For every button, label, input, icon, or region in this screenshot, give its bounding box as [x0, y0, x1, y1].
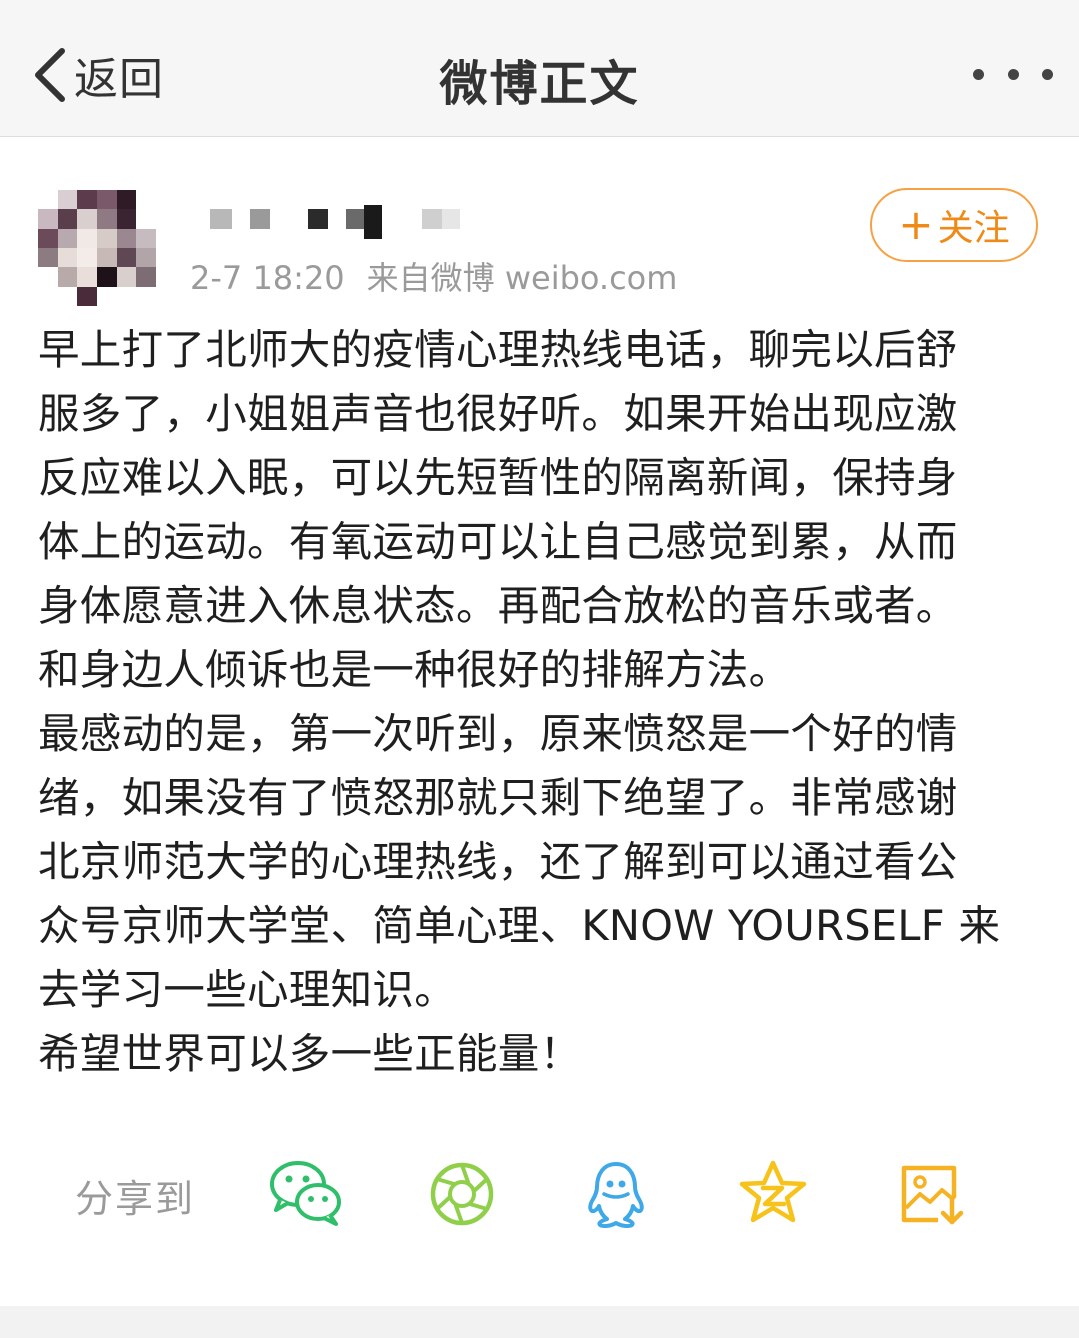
- post-line: 希望世界可以多一些正能量！: [38, 1029, 582, 1078]
- username-pixelated[interactable]: [210, 205, 470, 239]
- avatar-tile: [116, 286, 137, 306]
- avatar-tile: [57, 228, 78, 248]
- avatar-tile: [96, 248, 117, 268]
- more-dots-icon: [973, 68, 984, 80]
- qq-icon[interactable]: [585, 1160, 647, 1230]
- moments-icon[interactable]: [428, 1160, 496, 1228]
- avatar-tile: [57, 267, 78, 287]
- post-line: 去学习一些心理知识。: [38, 965, 457, 1014]
- top-nav-bar: 返回 微博正文: [0, 0, 1079, 137]
- save-image-icon[interactable]: [898, 1162, 964, 1226]
- avatar-tile: [96, 209, 117, 229]
- avatar-tile: [57, 209, 78, 229]
- post-line: 北京师范大学的心理热线，还了解到可以通过看公: [38, 837, 958, 886]
- post-line: 身体愿意进入休息状态。再配合放松的音乐或者。: [38, 581, 958, 630]
- plus-icon: +: [898, 200, 934, 249]
- avatar-tile: [116, 248, 137, 268]
- avatar-tile: [38, 286, 58, 306]
- avatar-tile: [136, 248, 156, 268]
- bottom-divider: [0, 1306, 1079, 1338]
- avatar-tile: [57, 190, 78, 210]
- post-line: 体上的运动。有氧运动可以让自己感觉到累，从而: [38, 517, 958, 566]
- avatar-tile: [38, 190, 58, 210]
- avatar-tile: [77, 190, 97, 210]
- avatar-tile: [116, 228, 137, 248]
- avatar-tile: [38, 248, 58, 268]
- more-dot: [1007, 68, 1019, 80]
- post-line: 众号京师大学堂、简单心理、KNOW YOURSELF 来: [38, 901, 1001, 950]
- post-source[interactable]: 来自微博 weibo.com: [367, 259, 678, 297]
- avatar-tile: [96, 190, 117, 210]
- avatar-tile: [116, 267, 137, 287]
- avatar-tile: [38, 267, 58, 287]
- post-content: 早上打了北师大的疫情心理热线电话，聊完以后舒 服多了，小姐姐声音也很好听。如果开…: [38, 318, 1028, 1086]
- avatar-tile: [77, 209, 97, 229]
- post-timestamp: 2-7 18:20: [190, 259, 345, 297]
- avatar-tile: [57, 248, 78, 268]
- post-line: 早上打了北师大的疫情心理热线电话，聊完以后舒: [38, 325, 958, 374]
- post-line: 最感动的是，第一次听到，原来愤怒是一个好的情: [38, 709, 958, 758]
- follow-label: 关注: [937, 208, 1010, 249]
- avatar-tile: [77, 228, 97, 248]
- post-line: 绪，如果没有了愤怒那就只剩下绝望了。非常感谢: [38, 773, 958, 822]
- post-line: 和身边人倾诉也是一种很好的排解方法。: [38, 645, 791, 694]
- avatar-tile: [136, 267, 156, 287]
- avatar-tile: [116, 209, 137, 229]
- post-line: 反应难以入眠，可以先短暂性的隔离新闻，保持身: [38, 453, 958, 502]
- avatar-tile: [77, 267, 97, 287]
- avatar-tile: [96, 228, 117, 248]
- avatar-tile: [96, 286, 117, 306]
- avatar-tile: [38, 228, 58, 248]
- more-dot: [1042, 68, 1053, 80]
- avatar-tile: [136, 190, 156, 210]
- avatar-tile: [136, 228, 156, 248]
- page-title: 微博正文: [439, 56, 640, 112]
- avatar[interactable]: [38, 190, 156, 306]
- avatar-tile: [136, 286, 156, 306]
- follow-button[interactable]: + 关注: [870, 188, 1038, 262]
- avatar-tile: [77, 248, 97, 268]
- avatar-tile: [116, 190, 137, 210]
- qzone-icon[interactable]: [738, 1158, 808, 1228]
- more-button[interactable]: [973, 56, 1053, 92]
- avatar-tile: [38, 209, 58, 229]
- avatar-tile: [57, 286, 78, 306]
- share-label: 分享到: [75, 1177, 196, 1221]
- avatar-tile: [77, 286, 97, 306]
- post-meta: 2-7 18:20 来自微博 weibo.com: [190, 253, 677, 299]
- post-line: 服多了，小姐姐声音也很好听。如果开始出现应激: [38, 389, 958, 438]
- wechat-icon[interactable]: [268, 1158, 344, 1228]
- avatar-tile: [136, 209, 156, 229]
- avatar-tile: [96, 267, 117, 287]
